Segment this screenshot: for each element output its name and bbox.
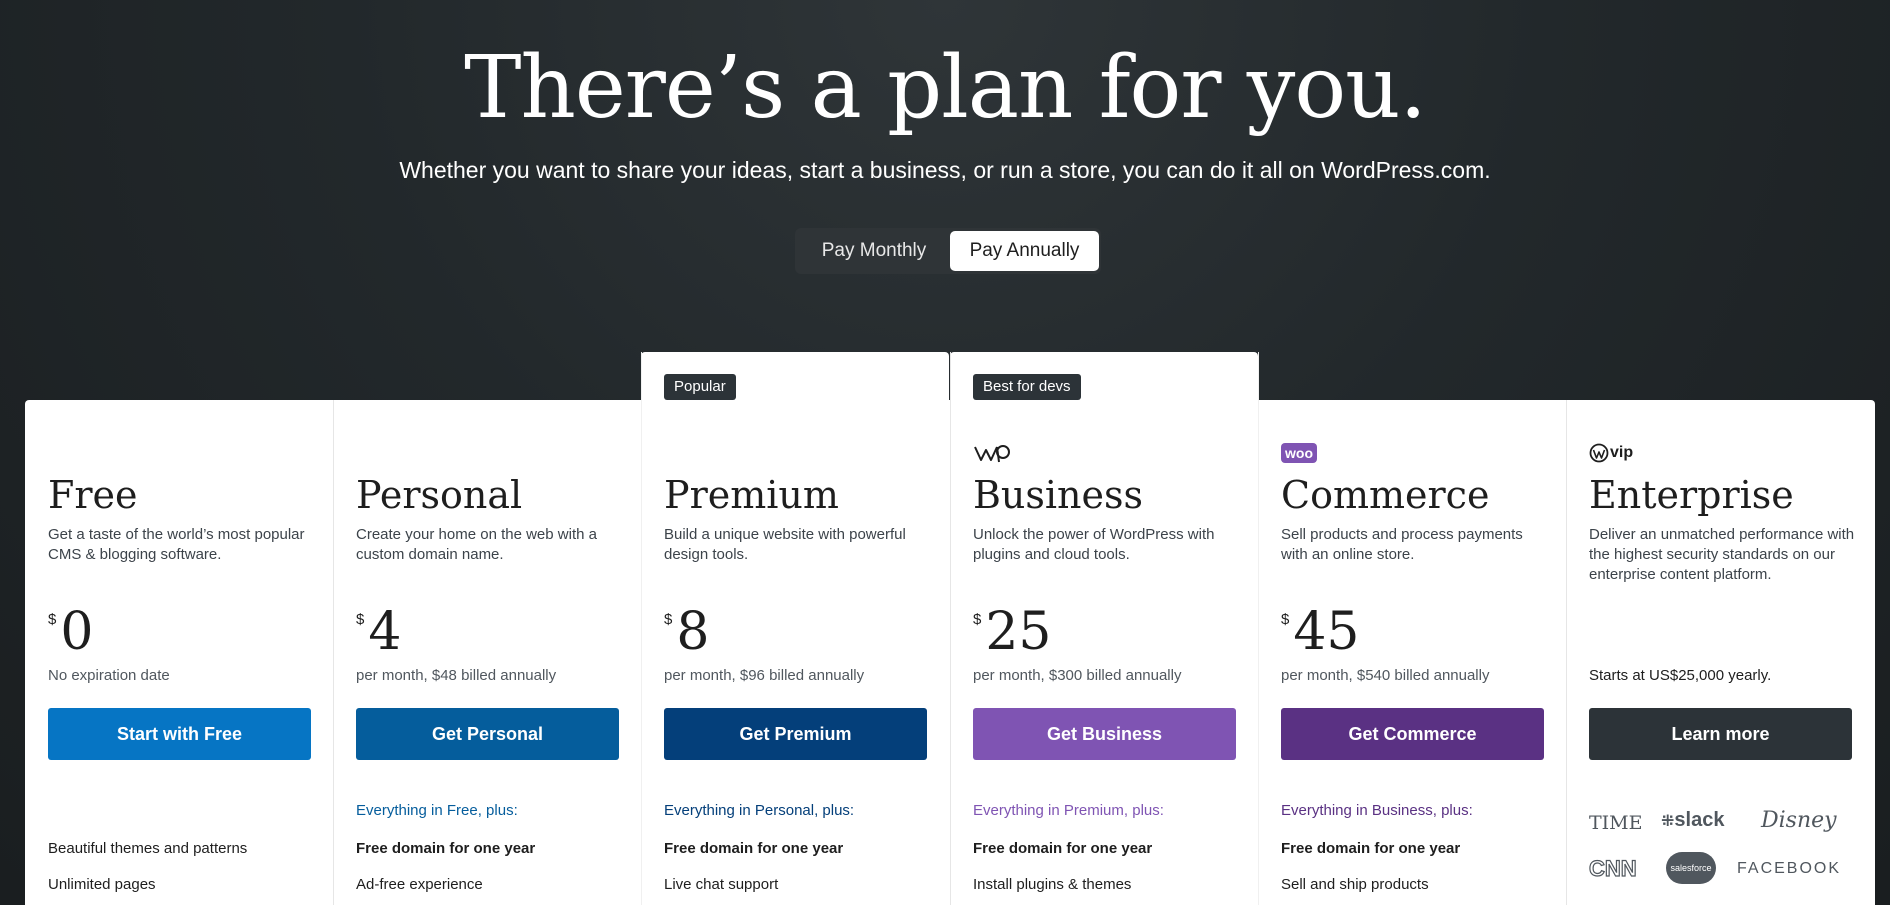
plan-price: $ 4 xyxy=(356,602,401,662)
get-business-button[interactable]: Get Business xyxy=(973,708,1236,760)
features-heading: Everything in Free, plus: xyxy=(356,802,518,819)
plan-description: Unlock the power of WordPress with plugi… xyxy=(973,526,1215,563)
price-currency: $ xyxy=(356,611,365,628)
slack-logo: ⁜slack xyxy=(1661,809,1724,832)
plan-description: Build a unique website with powerful des… xyxy=(664,526,906,563)
page-title: There’s a plan for you. xyxy=(464,38,1427,138)
price-amount: 25 xyxy=(985,602,1052,662)
cnn-logo: CNN xyxy=(1588,855,1637,881)
wordpress-icon xyxy=(1589,443,1609,463)
best-for-devs-badge: Best for devs xyxy=(973,374,1081,400)
plan-price: $ 45 xyxy=(1281,602,1360,662)
vip-logo-text: vip xyxy=(1610,444,1634,461)
facebook-logo: FACEBOOK xyxy=(1737,860,1842,877)
plan-card-personal: Personal Create your home on the web wit… xyxy=(334,352,642,905)
plan-card-enterprise: vip Enterprise Deliver an unmatched perf… xyxy=(1567,352,1875,905)
feature-item: Beautiful themes and patterns xyxy=(48,840,248,857)
plan-description: Sell products and process payments with … xyxy=(1281,526,1523,563)
plan-description: Get a taste of the world’s most popular … xyxy=(48,526,305,563)
feature-item: Ad-free experience xyxy=(356,876,483,893)
plan-description: Create your home on the web with a custo… xyxy=(356,526,597,563)
price-amount: 0 xyxy=(60,602,94,662)
price-amount: 4 xyxy=(368,602,402,662)
price-amount: 8 xyxy=(676,602,710,662)
price-amount: 45 xyxy=(1293,602,1360,662)
feature-item: Unlimited pages xyxy=(48,876,156,893)
plan-name: Commerce xyxy=(1281,473,1490,517)
pay-annually-option[interactable]: Pay Annually xyxy=(950,231,1099,271)
plan-name: Enterprise xyxy=(1589,473,1794,517)
plan-card-commerce: woo Commerce Sell products and process p… xyxy=(1259,352,1567,905)
price-currency: $ xyxy=(664,611,673,628)
get-premium-button[interactable]: Get Premium xyxy=(664,708,927,760)
billing-note: Starts at US$25,000 yearly. xyxy=(1589,667,1772,684)
feature-item: Free domain for one year xyxy=(1281,840,1461,857)
learn-more-button[interactable]: Learn more xyxy=(1589,708,1852,760)
price-currency: $ xyxy=(48,611,57,628)
popular-badge: Popular xyxy=(664,374,736,400)
billing-note: per month, $96 billed annually xyxy=(664,667,865,684)
get-commerce-button[interactable]: Get Commerce xyxy=(1281,708,1544,760)
plan-description: Deliver an unmatched performance with th… xyxy=(1589,526,1855,583)
plan-card-premium: Popular Premium Build a unique website w… xyxy=(642,352,950,905)
wp-logo-icon xyxy=(973,440,1013,466)
billing-note: No expiration date xyxy=(48,667,170,684)
feature-item: Free domain for one year xyxy=(664,840,844,857)
woo-logo-text: woo xyxy=(1281,443,1317,463)
features-heading: Everything in Premium, plus: xyxy=(973,802,1164,819)
time-logo: TIME xyxy=(1589,812,1643,834)
plan-name: Business xyxy=(973,473,1144,517)
plan-card-business: Best for devs Business Unlock the power … xyxy=(951,352,1259,905)
disney-logo: Disney xyxy=(1761,808,1837,833)
feature-item: Free domain for one year xyxy=(973,840,1153,857)
billing-note: per month, $48 billed annually xyxy=(356,667,557,684)
plan-name: Personal xyxy=(356,473,523,517)
billing-note: per month, $300 billed annually xyxy=(973,667,1182,684)
price-currency: $ xyxy=(1281,611,1290,628)
features-heading: Everything in Personal, plus: xyxy=(664,802,855,819)
pay-monthly-option[interactable]: Pay Monthly xyxy=(798,231,950,271)
feature-item: Live chat support xyxy=(664,876,779,893)
feature-item: Sell and ship products xyxy=(1281,876,1429,893)
page-subtitle: Whether you want to share your ideas, st… xyxy=(399,157,1491,183)
pricing-page: There’s a plan for you. Whether you want… xyxy=(0,0,1890,905)
plan-price: $ 8 xyxy=(664,602,709,662)
billing-note: per month, $540 billed annually xyxy=(1281,667,1490,684)
salesforce-logo: salesforce xyxy=(1666,852,1716,884)
feature-item: Install plugins & themes xyxy=(973,876,1132,893)
slack-icon: ⁜ xyxy=(1661,813,1675,830)
get-personal-button[interactable]: Get Personal xyxy=(356,708,619,760)
wpvip-logo-icon: vip xyxy=(1589,440,1633,466)
plan-card-free: Free Get a taste of the world’s most pop… xyxy=(26,352,334,905)
feature-item: Free domain for one year xyxy=(356,840,536,857)
billing-period-toggle: Pay Monthly Pay Annually xyxy=(795,228,1101,274)
plan-name: Free xyxy=(48,473,138,517)
plan-price: $ 25 xyxy=(973,602,1052,662)
price-currency: $ xyxy=(973,611,982,628)
slack-logo-text: slack xyxy=(1674,809,1725,831)
plan-price: $ 0 xyxy=(48,602,93,662)
features-heading: Everything in Business, plus: xyxy=(1281,802,1473,819)
start-with-free-button[interactable]: Start with Free xyxy=(48,708,311,760)
woo-logo-icon: woo xyxy=(1281,440,1317,466)
plan-name: Premium xyxy=(664,473,839,517)
